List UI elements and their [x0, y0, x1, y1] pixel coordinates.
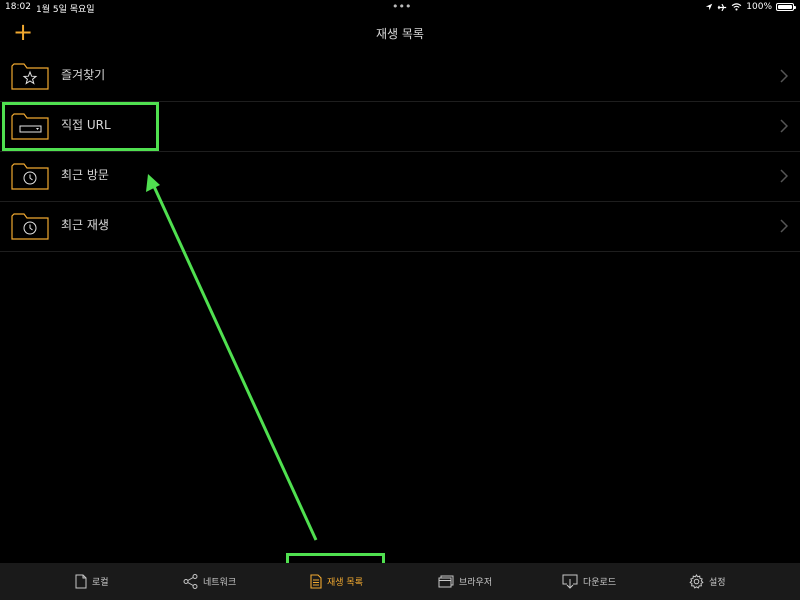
status-indicators: 100%	[705, 2, 796, 12]
playlist-list: 즐겨찾기 직접 URL 최근 방문 최근 재생	[0, 52, 800, 252]
list-item-favorites[interactable]: 즐겨찾기	[0, 52, 800, 102]
tab-download[interactable]: 다운로드	[562, 563, 616, 600]
tab-label: 재생 목록	[327, 578, 363, 588]
clock-folder-icon	[11, 213, 49, 240]
clock-folder-icon	[11, 163, 49, 190]
download-icon	[562, 574, 578, 589]
battery-icon	[776, 3, 796, 11]
tab-browser[interactable]: 브라우저	[438, 563, 492, 600]
status-time: 18:02	[5, 2, 31, 12]
list-item-label: 최근 방문	[61, 168, 109, 182]
playlist-icon	[310, 574, 322, 589]
nav-bar: + 재생 목록	[0, 16, 800, 52]
chevron-right-icon	[780, 169, 788, 183]
tab-playlist[interactable]: 재생 목록	[310, 563, 363, 600]
list-item-label: 최근 재생	[61, 218, 109, 232]
tab-label: 설정	[709, 578, 726, 588]
tab-label: 로컬	[92, 578, 109, 588]
browser-icon	[438, 575, 454, 588]
chevron-right-icon	[780, 69, 788, 83]
battery-percent: 100%	[746, 2, 772, 12]
list-item-recent-played[interactable]: 최근 재생	[0, 202, 800, 252]
list-item-label: 즐겨찾기	[61, 68, 106, 82]
gear-icon	[689, 574, 704, 589]
tab-settings[interactable]: 설정	[689, 563, 726, 600]
chevron-right-icon	[780, 119, 788, 133]
tab-network[interactable]: 네트워크	[183, 563, 236, 600]
airplane-icon	[718, 3, 727, 11]
page-title: 재생 목록	[376, 27, 424, 41]
tab-local[interactable]: 로컬	[75, 563, 109, 600]
status-bar: 18:02 1월 5일 목요일 ••• 100%	[0, 0, 800, 16]
chevron-right-icon	[780, 219, 788, 233]
share-icon	[183, 574, 198, 589]
wifi-icon	[731, 3, 742, 11]
document-icon	[75, 574, 87, 589]
highlight-box-direct-url	[2, 102, 159, 151]
list-item-recent-visits[interactable]: 최근 방문	[0, 152, 800, 202]
app-screen: 18:02 1월 5일 목요일 ••• 100% + 재생 목록 즐겨찾기 직접…	[0, 0, 800, 600]
status-date: 1월 5일 목요일	[36, 5, 95, 15]
tab-label: 다운로드	[583, 578, 617, 588]
tab-label: 브라우저	[459, 578, 493, 588]
star-folder-icon	[11, 63, 49, 90]
multitask-dots[interactable]: •••	[392, 1, 411, 12]
tab-label: 네트워크	[203, 578, 237, 588]
tab-bar: 로컬 네트워크 재생 목록 브라우저 다운로드 설정	[0, 563, 800, 600]
location-icon	[706, 3, 713, 11]
